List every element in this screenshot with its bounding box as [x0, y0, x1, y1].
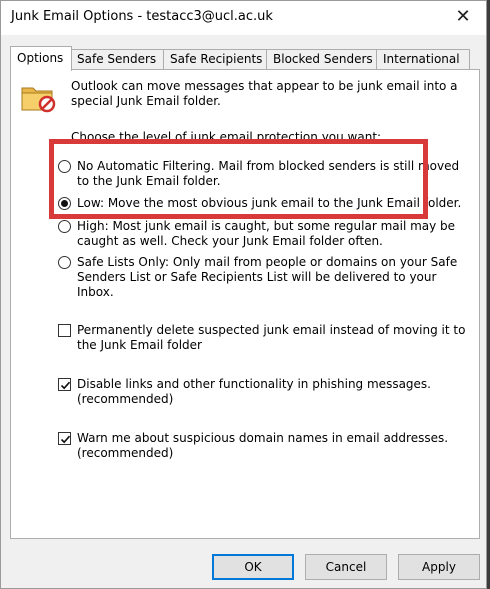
- apply-button[interactable]: Apply: [398, 554, 480, 580]
- radio-low[interactable]: [58, 197, 71, 210]
- tab-blocked-senders[interactable]: Blocked Senders: [266, 49, 377, 70]
- option-line: Low: Move the most obvious junk email to…: [77, 196, 462, 210]
- option-line: to the Junk Email folder.: [77, 174, 221, 188]
- option-label: No Automatic Filtering. Mail from blocke…: [77, 159, 459, 189]
- junk-email-options-dialog: Junk Email Options - testacc3@ucl.ac.uk …: [0, 0, 487, 589]
- radio-no-automatic-filtering[interactable]: [58, 160, 71, 173]
- intro-text: Outlook can move messages that appear to…: [71, 79, 471, 109]
- option-label: High: Most junk email is caught, but som…: [77, 219, 455, 249]
- checkbox-line: (recommended): [77, 446, 174, 460]
- intro-line: Outlook can move messages that appear to…: [71, 79, 458, 93]
- checkbox-label: Warn me about suspicious domain names in…: [77, 431, 448, 461]
- checkbox-box[interactable]: [58, 432, 71, 445]
- checkbox-line: (recommended): [77, 392, 174, 406]
- checkbox-box[interactable]: [58, 378, 71, 391]
- tab-options[interactable]: Options: [10, 46, 72, 71]
- window-title: Junk Email Options - testacc3@ucl.ac.uk: [11, 9, 273, 24]
- ok-button[interactable]: OK: [212, 554, 294, 580]
- checkbox-label: Permanently delete suspected junk email …: [77, 323, 465, 353]
- intro-line: special Junk Email folder.: [71, 94, 221, 108]
- tab-international[interactable]: International: [376, 49, 470, 70]
- tab-safe-senders[interactable]: Safe Senders: [70, 49, 164, 70]
- option-line: High: Most junk email is caught, but som…: [77, 219, 456, 233]
- close-button[interactable]: ✕: [450, 5, 476, 29]
- option-line: No Automatic Filtering. Mail from blocke…: [77, 159, 460, 173]
- checkbox-line: Disable links and other functionality in…: [77, 377, 431, 391]
- checkmark-icon: [60, 381, 71, 390]
- option-line: Senders List or Safe Recipients List wil…: [77, 270, 437, 284]
- option-line: Inbox.: [77, 285, 114, 299]
- radio-high[interactable]: [58, 220, 71, 233]
- tab-safe-recipients[interactable]: Safe Recipients: [163, 49, 267, 70]
- protection-level-label: Choose the level of junk email protectio…: [71, 130, 382, 144]
- checkbox-line: Permanently delete suspected junk email …: [77, 323, 466, 337]
- checkbox-line: the Junk Email folder: [77, 338, 202, 352]
- checkmark-icon: [60, 435, 71, 444]
- checkbox-box[interactable]: [58, 324, 71, 337]
- tab-strip: Safe Senders Safe Recipients Blocked Sen…: [10, 46, 480, 71]
- option-line: caught as well. Check your Junk Email fo…: [77, 234, 383, 248]
- option-label: Safe Lists Only: Only mail from people o…: [77, 255, 457, 300]
- options-panel: Outlook can move messages that appear to…: [10, 69, 480, 539]
- title-bar: Junk Email Options - testacc3@ucl.ac.uk …: [1, 1, 486, 35]
- checkbox-label: Disable links and other functionality in…: [77, 377, 431, 407]
- radio-safe-lists-only[interactable]: [58, 256, 71, 269]
- junk-folder-icon: [21, 87, 56, 113]
- cancel-button[interactable]: Cancel: [305, 554, 387, 580]
- checkbox-line: Warn me about suspicious domain names in…: [77, 431, 449, 445]
- option-line: Safe Lists Only: Only mail from people o…: [77, 255, 458, 269]
- option-label: Low: Move the most obvious junk email to…: [77, 196, 461, 211]
